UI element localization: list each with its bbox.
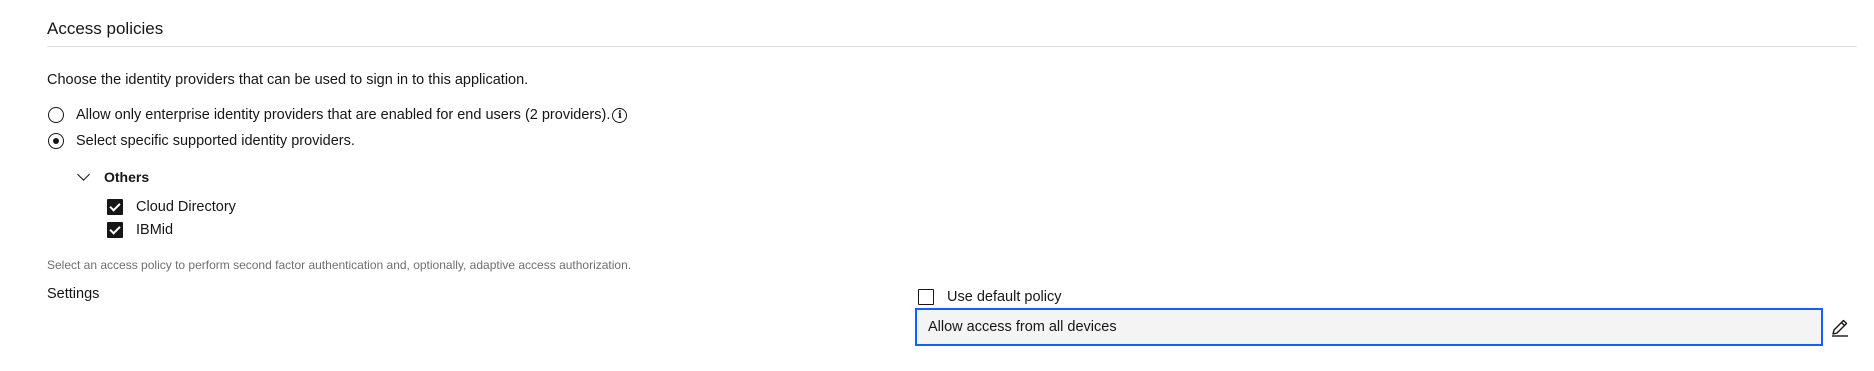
default-policy-label: Use default policy [947,289,1062,305]
provider-cloud-directory[interactable]: Cloud Directory [107,199,236,215]
use-default-policy-checkbox[interactable]: Use default policy [918,289,1061,305]
provider-label: Cloud Directory [136,199,236,215]
radio-specific-providers[interactable]: Select specific supported identity provi… [48,133,355,149]
group-label: Others [104,169,150,185]
checkbox[interactable] [918,289,934,305]
policy-helper-text: Select an access policy to perform secon… [47,258,632,272]
access-policies-panel: Access policies Choose the identity prov… [0,0,1874,371]
provider-ibmid[interactable]: IBMid [107,222,173,238]
checkbox[interactable] [107,199,123,215]
group-others-header[interactable]: Others [77,168,150,185]
radio-label: Allow only enterprise identity providers… [76,107,611,123]
provider-label: IBMid [136,222,174,238]
edit-pencil-icon[interactable] [1830,317,1850,337]
radio-button[interactable] [48,133,64,149]
radio-button[interactable] [48,107,64,123]
chevron-down-icon[interactable] [77,168,90,181]
section-description: Choose the identity providers that can b… [47,72,529,88]
radio-label: Select specific supported identity provi… [76,133,355,149]
access-policy-field[interactable]: Allow access from all devices [915,308,1823,346]
checkbox[interactable] [107,222,123,238]
info-icon[interactable]: i [612,107,628,123]
section-divider [47,46,1857,47]
radio-enterprise-providers[interactable]: Allow only enterprise identity providers… [48,107,628,123]
section-title: Access policies [47,19,164,38]
settings-label: Settings [47,286,100,302]
